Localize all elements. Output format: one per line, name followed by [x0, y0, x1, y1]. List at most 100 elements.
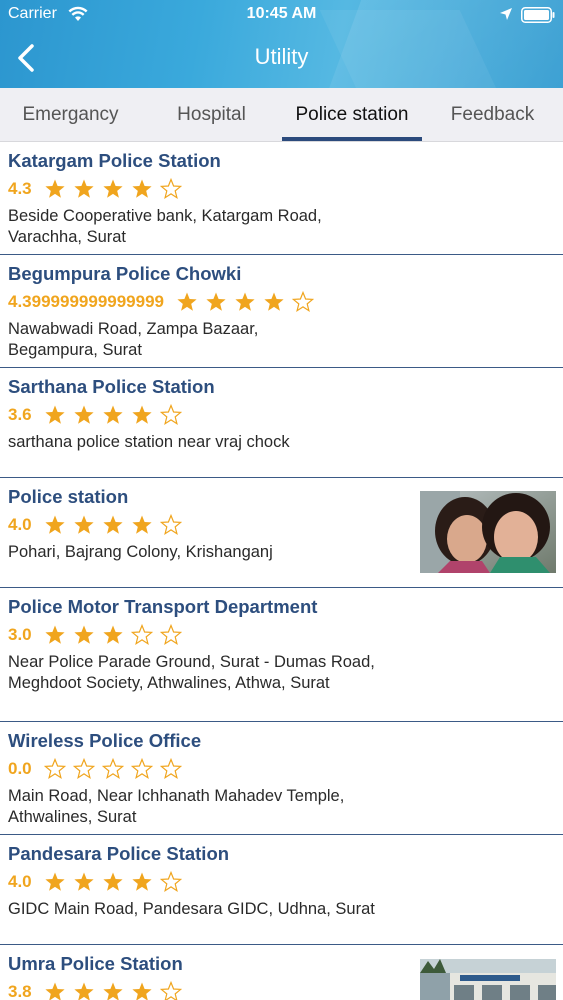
tab-police-station[interactable]: Police station [282, 88, 422, 142]
rating-value: 4.0 [8, 515, 32, 534]
star-filled-icon [103, 179, 123, 198]
status-bar: Carrier 10:45 AM [0, 0, 563, 30]
star-rating [44, 624, 189, 646]
station-address: Nawabwadi Road, Zampa Bazaar, Begampura,… [8, 320, 259, 359]
list-item[interactable]: Begumpura Police Chowki 4.39999999999999… [0, 255, 563, 368]
star-filled-icon [103, 405, 123, 424]
list-item[interactable]: Police station 4.0 Pohari, Bajrang Colon… [0, 478, 563, 588]
station-photo [420, 491, 556, 573]
station-address: sarthana police station near vraj chock [8, 433, 290, 451]
rating-row: 0.0 [8, 758, 189, 782]
star-filled-icon [103, 515, 123, 534]
star-rating [44, 178, 189, 200]
star-filled-icon [45, 179, 65, 198]
station-address: Main Road, Near Ichhanath Mahadev Temple… [8, 787, 345, 826]
portrait-photo-image [420, 491, 556, 573]
rating-row: 4.3 [8, 178, 189, 202]
star-filled-icon [45, 405, 65, 424]
station-name: Begumpura Police Chowki [8, 263, 242, 284]
rating-row: 3.0 [8, 624, 189, 648]
list-item[interactable]: Police Motor Transport Department 3.0 Ne… [0, 588, 563, 722]
star-filled-icon [45, 982, 65, 1000]
active-tab-indicator [282, 137, 422, 141]
rating-value: 3.6 [8, 405, 32, 424]
star-filled-icon [132, 515, 152, 534]
rating-value: 3.0 [8, 625, 32, 644]
star-rating [44, 514, 189, 536]
star-filled-icon [132, 179, 152, 198]
list-item[interactable]: Umra Police Station 3.8 [0, 945, 563, 1000]
star-outline-icon [102, 758, 125, 780]
battery-icon [521, 7, 555, 23]
star-filled-icon [177, 292, 198, 311]
star-filled-icon [103, 872, 123, 891]
location-icon [500, 8, 512, 20]
star-outline-icon [131, 758, 154, 780]
star-filled-icon [103, 982, 123, 1000]
station-name: Umra Police Station [8, 953, 183, 974]
star-filled-icon [235, 292, 256, 311]
building-photo-image [420, 959, 556, 1000]
rating-value: 0.0 [8, 759, 32, 778]
app-header: Carrier 10:45 AM Utility [0, 0, 563, 88]
station-name: Pandesara Police Station [8, 843, 230, 864]
star-filled-icon [74, 515, 94, 534]
star-filled-icon [206, 292, 227, 311]
list-item[interactable]: Katargam Police Station 4.3 Beside Coope… [0, 142, 563, 255]
station-address: Near Police Parade Ground, Surat - Dumas… [8, 653, 375, 692]
star-outline-icon [160, 871, 183, 893]
star-filled-icon [103, 625, 123, 644]
station-address: Beside Cooperative bank, Katargam Road, … [8, 207, 322, 246]
star-filled-icon [74, 625, 94, 644]
rating-value: 4.0 [8, 872, 32, 891]
star-rating [176, 291, 321, 313]
star-filled-icon [45, 872, 65, 891]
page-title: Utility [254, 44, 309, 69]
star-filled-icon [264, 292, 285, 311]
rating-value: 4.399999999999999 [8, 292, 164, 311]
star-rating [44, 758, 189, 780]
star-outline-icon [73, 758, 96, 780]
star-outline-icon [292, 291, 315, 313]
star-filled-icon [132, 405, 152, 424]
station-photo [420, 959, 556, 1000]
rating-row: 3.6 [8, 404, 189, 428]
rating-value: 4.3 [8, 179, 32, 198]
star-outline-icon [160, 404, 183, 426]
star-filled-icon [132, 982, 152, 1000]
star-filled-icon [132, 872, 152, 891]
star-rating [44, 404, 189, 426]
star-outline-icon [160, 178, 183, 200]
star-filled-icon [74, 405, 94, 424]
tab-feedback[interactable]: Feedback [422, 88, 563, 142]
star-filled-icon [74, 872, 94, 891]
rating-row: 3.8 [8, 981, 189, 1000]
rating-value: 3.8 [8, 982, 32, 1000]
star-filled-icon [74, 179, 94, 198]
rating-row: 4.399999999999999 [8, 291, 321, 315]
star-rating [44, 981, 189, 1000]
navigation-bar: Utility [0, 36, 563, 80]
station-name: Wireless Police Office [8, 730, 202, 751]
list-item[interactable]: Sarthana Police Station 3.6 sarthana pol… [0, 368, 563, 478]
tab-hospital[interactable]: Hospital [141, 88, 282, 142]
station-name: Police Motor Transport Department [8, 596, 318, 617]
star-filled-icon [45, 625, 65, 644]
star-outline-icon [160, 758, 183, 780]
list-item[interactable]: Wireless Police Office 0.0 Main Road, Ne… [0, 722, 563, 835]
star-outline-icon [160, 514, 183, 536]
tab-bar: Emergancy Hospital Police station Feedba… [0, 88, 563, 142]
star-outline-icon [131, 624, 154, 646]
station-name: Sarthana Police Station [8, 376, 215, 397]
rating-row: 4.0 [8, 514, 189, 538]
station-name: Police station [8, 486, 129, 507]
rating-row: 4.0 [8, 871, 189, 895]
station-address: Pohari, Bajrang Colony, Krishanganj [8, 543, 273, 561]
list-item[interactable]: Pandesara Police Station 4.0 GIDC Main R… [0, 835, 563, 945]
station-name: Katargam Police Station [8, 150, 221, 171]
status-time: 10:45 AM [246, 5, 317, 22]
star-filled-icon [45, 515, 65, 534]
tab-emergency[interactable]: Emergancy [0, 88, 141, 142]
star-rating [44, 871, 189, 893]
star-outline-icon [160, 981, 183, 1000]
